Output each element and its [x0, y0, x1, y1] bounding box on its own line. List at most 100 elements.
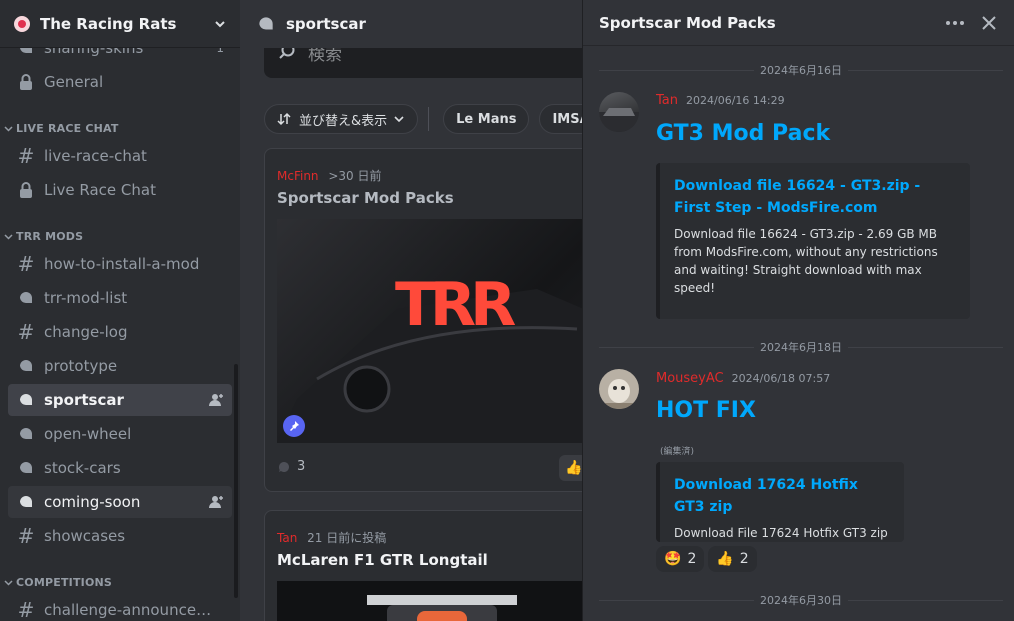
sidebar-item-how-to-install-a-mod[interactable]: # how-to-install-a-mod [8, 248, 232, 280]
thumbs-up-emoji-icon: 👍 [716, 551, 734, 567]
chevron-down-icon [4, 580, 13, 586]
sidebar-item-label: sportscar [44, 391, 124, 409]
post-time: >30 日前 [328, 169, 382, 183]
chevron-down-icon[interactable] [214, 18, 226, 30]
embed-title-link[interactable]: Download 17624 Hotfix GT3 zip [674, 474, 890, 518]
more-icon [946, 20, 964, 25]
thread-header: Sportscar Mod Packs [583, 0, 1014, 46]
forum-icon [259, 17, 273, 30]
sidebar-item-label: live-race-chat [44, 147, 147, 165]
reaction-count: 2 [739, 551, 749, 567]
post-stats: 3 [277, 459, 305, 474]
avatar[interactable] [599, 92, 639, 132]
close-button[interactable] [979, 13, 999, 33]
sort-label: 並び替え&表示 [299, 113, 388, 129]
tag-imsa[interactable]: IMSA [539, 104, 582, 134]
close-icon [982, 15, 996, 30]
sidebar-item-prototype[interactable]: prototype [8, 350, 232, 382]
forum-icon [16, 288, 36, 308]
sidebar-item-sportscar[interactable]: sportscar [8, 384, 232, 416]
reply-icon [278, 461, 289, 472]
edited-label: (編集済) [660, 447, 695, 457]
message-timestamp: 2024/06/16 14:29 [686, 94, 785, 107]
reaction-bar: 🤩 2 👍 2 [656, 546, 761, 572]
post-thumbnail: TRR [277, 219, 582, 443]
sidebar-item-stock-cars[interactable]: stock-cars [8, 452, 232, 484]
sidebar-item-trr-mod-list[interactable]: trr-mod-list [8, 282, 232, 314]
message-heading: GT3 Mod Pack [656, 121, 831, 146]
link-embed: Download file 16624 - GT3.zip - First St… [656, 163, 970, 319]
category-label: LIVE RACE CHAT [16, 122, 119, 135]
add-member-icon[interactable] [208, 392, 224, 408]
sidebar-item-label: General [44, 73, 104, 91]
category-label: TRR MODS [16, 230, 84, 243]
forum-icon [16, 356, 36, 376]
reaction-thumbs-up[interactable]: 👍 2 [708, 546, 757, 572]
forum-icon [16, 458, 36, 478]
post-time: 21 日前に投稿 [307, 531, 387, 545]
add-member-icon[interactable] [208, 494, 224, 510]
server-header[interactable]: The Racing Rats [0, 0, 240, 48]
filter-divider [428, 107, 430, 131]
reaction-count: 2 [687, 551, 697, 567]
forum-post-card[interactable]: McFinn >30 日前 Sportscar Mod Packs TRR 3 … [264, 148, 582, 492]
lock-icon [16, 72, 36, 92]
forum-post-card[interactable]: Tan 21 日前に投稿 McLaren F1 GTR Longtail [264, 510, 582, 621]
thumbs-up-icon: 👍 [565, 460, 582, 476]
channel-title: sportscar [286, 15, 366, 33]
hash-icon: # [17, 252, 35, 276]
sidebar-item-coming-soon[interactable]: coming-soon [8, 486, 232, 518]
thread-panel: Sportscar Mod Packs 2024年6月16日 Tan 2024/… [582, 0, 1014, 621]
link-embed: Download 17624 Hotfix GT3 zip Download F… [656, 462, 904, 542]
message-heading: HOT FIX [656, 398, 756, 423]
sidebar-item-label: Live Race Chat [44, 181, 156, 199]
category-competitions[interactable]: COMPETITIONS [4, 576, 112, 589]
embed-description: Download File 17624 Hotfix GT3 zip [674, 526, 888, 540]
sidebar-item-live-race-chat[interactable]: # live-race-chat [8, 140, 232, 172]
sidebar-item-change-log[interactable]: # change-log [8, 316, 232, 348]
sidebar-item-label: trr-mod-list [44, 289, 128, 307]
forum-icon [16, 424, 36, 444]
sidebar-item-live-race-chat-locked[interactable]: Live Race Chat [8, 174, 232, 206]
post-meta: Tan 21 日前に投稿 [277, 529, 386, 546]
sort-button[interactable]: 並び替え&表示 [264, 104, 419, 134]
post-meta: McFinn >30 日前 [277, 167, 382, 184]
sidebar-item-label: prototype [44, 357, 118, 375]
post-author[interactable]: Tan [277, 531, 297, 545]
reaction-star-struck[interactable]: 🤩 2 [656, 546, 705, 572]
sidebar-item-open-wheel[interactable]: open-wheel [8, 418, 232, 450]
message-author[interactable]: MouseyAC [656, 371, 724, 386]
category-live-race-chat[interactable]: LIVE RACE CHAT [4, 122, 119, 135]
category-trr-mods[interactable]: TRR MODS [4, 230, 83, 243]
sidebar-item-label: showcases [44, 527, 126, 545]
sidebar-item-label: change-log [44, 323, 128, 341]
date-divider: 2024年6月30日 [599, 593, 1003, 607]
embed-description: Download file 16624 - GT3.zip - 2.69 GB … [674, 227, 938, 295]
sidebar-item-showcases[interactable]: # showcases [8, 520, 232, 552]
more-options-button[interactable] [945, 13, 965, 33]
message-author[interactable]: Tan [656, 93, 678, 108]
forum-header: sportscar [240, 0, 582, 48]
reaction-button[interactable]: 👍 [559, 455, 582, 481]
tag-le-mans[interactable]: Le Mans [443, 104, 530, 134]
chevron-down-icon [4, 234, 13, 240]
avatar[interactable] [599, 369, 639, 409]
hash-icon: # [17, 144, 35, 168]
sidebar-item-challenge-announcements[interactable]: # challenge-announcemen... [8, 594, 232, 621]
thread-title: Sportscar Mod Packs [599, 13, 776, 32]
post-author[interactable]: McFinn [277, 169, 319, 183]
trr-logo: TRR [395, 270, 516, 340]
pin-icon[interactable] [283, 415, 305, 437]
sidebar-scrollbar[interactable] [234, 364, 238, 598]
channel-sidebar: The Racing Rats sharing-skins 1 General … [0, 0, 240, 621]
chevron-down-icon [394, 116, 404, 123]
forum-main: McFinn >30 日前 Sportscar Mod Packs TRR 3 … [240, 0, 582, 621]
hash-icon: # [17, 320, 35, 344]
sidebar-item-label: coming-soon [44, 493, 141, 511]
date-divider: 2024年6月16日 [599, 63, 1003, 77]
embed-title-link[interactable]: Download file 16624 - GT3.zip - First St… [674, 175, 956, 219]
forum-icon [16, 492, 36, 512]
sidebar-item-general[interactable]: General [8, 66, 232, 98]
post-title: McLaren F1 GTR Longtail [277, 551, 488, 569]
filter-bar: 並び替え&表示 Le Mans IMSA [264, 104, 582, 134]
